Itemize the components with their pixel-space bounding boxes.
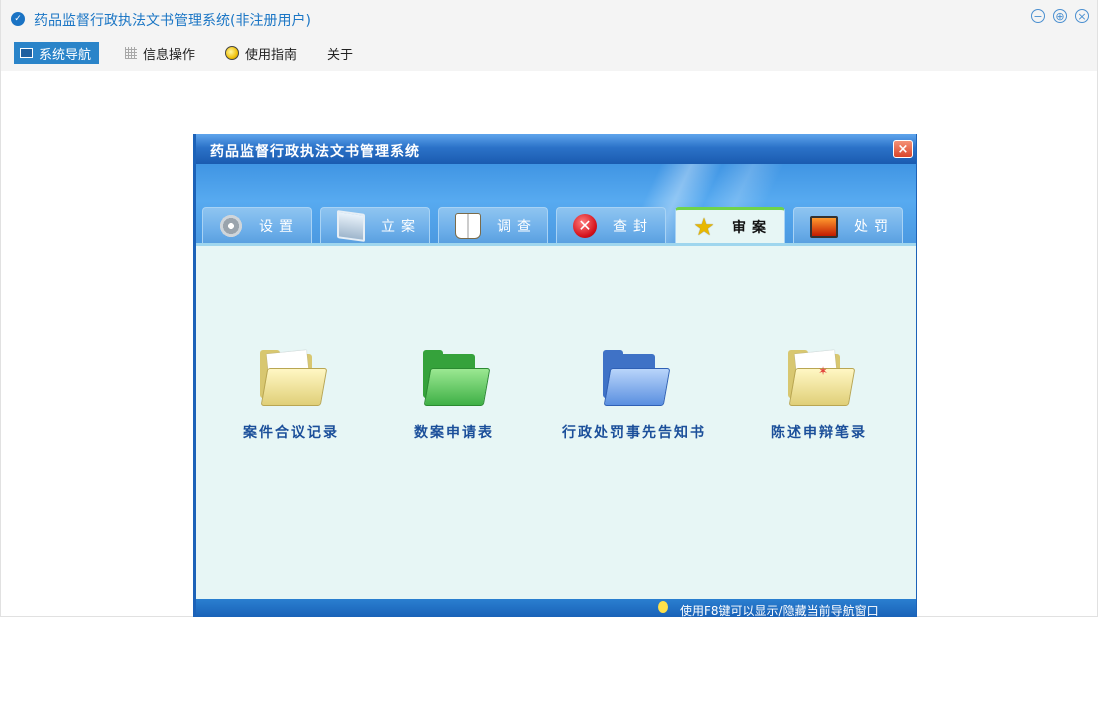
blue-folder-icon [603,350,671,406]
tab-penalty[interactable]: 处罚 [793,207,903,243]
star-icon: ★ [693,212,715,241]
red-x-icon: ✕ [573,213,597,238]
green-folder-icon [423,350,491,406]
close-icon[interactable]: × [1075,9,1089,23]
menu-item-label: 系统导航 [39,47,92,63]
tab-register-case[interactable]: 立案 [320,207,430,243]
minimize-icon[interactable]: − [1031,9,1045,23]
nav-title-bar: 药品监督行政执法文书管理系统 × [196,134,916,164]
tab-settings[interactable]: 设置 [202,207,312,243]
app-window: ✓ 药品监督行政执法文书管理系统(非注册用户) − ⊕ × 系统导航 信息操作 … [0,0,1098,617]
menu-item-guide[interactable]: 使用指南 [219,42,305,64]
item-label: 数案申请表 [414,425,494,441]
menu-bar: 系统导航 信息操作 使用指南 关于 [1,38,1097,71]
tab-investigate[interactable]: 调查 [438,207,548,243]
status-hint: 使用F8键可以显示/隐藏当前导航窗口 [680,604,879,617]
tab-label: 处罚 [854,218,894,235]
tab-label: 调查 [497,218,537,235]
restore-icon[interactable]: ⊕ [1053,9,1067,23]
item-case-application-form[interactable]: 数案申请表 [364,350,544,442]
app-logo-icon: ✓ [11,12,25,26]
tab-label: 查封 [613,218,653,235]
monitor-icon [337,209,365,242]
tab-review[interactable]: ★ 审案 [675,207,785,243]
item-label: 陈述申辩笔录 [771,425,867,441]
tab-seal[interactable]: ✕ 查封 [556,207,666,243]
monitor-icon [20,48,33,58]
grid-icon [125,47,137,59]
status-bar: 使用F8键可以显示/隐藏当前导航窗口 [196,599,916,617]
item-label: 行政处罚事先告知书 [562,425,706,441]
item-penalty-notice[interactable]: 行政处罚事先告知书 [544,350,724,442]
menu-item-label: 关于 [327,47,354,63]
menu-item-system-nav[interactable]: 系统导航 [14,42,100,64]
nav-title: 药品监督行政执法文书管理系统 [210,144,420,160]
gear-icon [219,213,243,238]
menu-item-label: 信息操作 [143,47,196,63]
item-case-meeting-record[interactable]: 案件合议记录 [201,349,381,442]
menu-item-about[interactable]: 关于 [321,42,361,64]
tab-divider [196,243,916,246]
book-icon [455,212,481,239]
yellow-folder-icon [260,349,328,406]
tab-label: 立案 [381,218,421,235]
item-statement-record[interactable]: 陈述申辩笔录 [729,349,909,442]
item-label: 案件合议记录 [243,425,339,441]
app-title: 药品监督行政执法文书管理系统(非注册用户) [34,13,311,29]
guide-icon [225,46,239,60]
tab-label: 审案 [732,219,772,236]
lightbulb-icon [658,601,668,613]
title-bar: ✓ 药品监督行政执法文书管理系统(非注册用户) − ⊕ × [1,0,1097,38]
tab-label: 设置 [259,218,299,235]
menu-item-info-ops[interactable]: 信息操作 [119,42,203,64]
navigation-window: 药品监督行政执法文书管理系统 × 设置 立案 调查 ✕ 查封 ★ 审案 处罚 案… [193,134,917,617]
menu-item-label: 使用指南 [245,47,298,63]
nav-close-button[interactable]: × [893,140,913,158]
screen-icon [810,215,838,238]
yellow-folder-icon [788,349,856,406]
